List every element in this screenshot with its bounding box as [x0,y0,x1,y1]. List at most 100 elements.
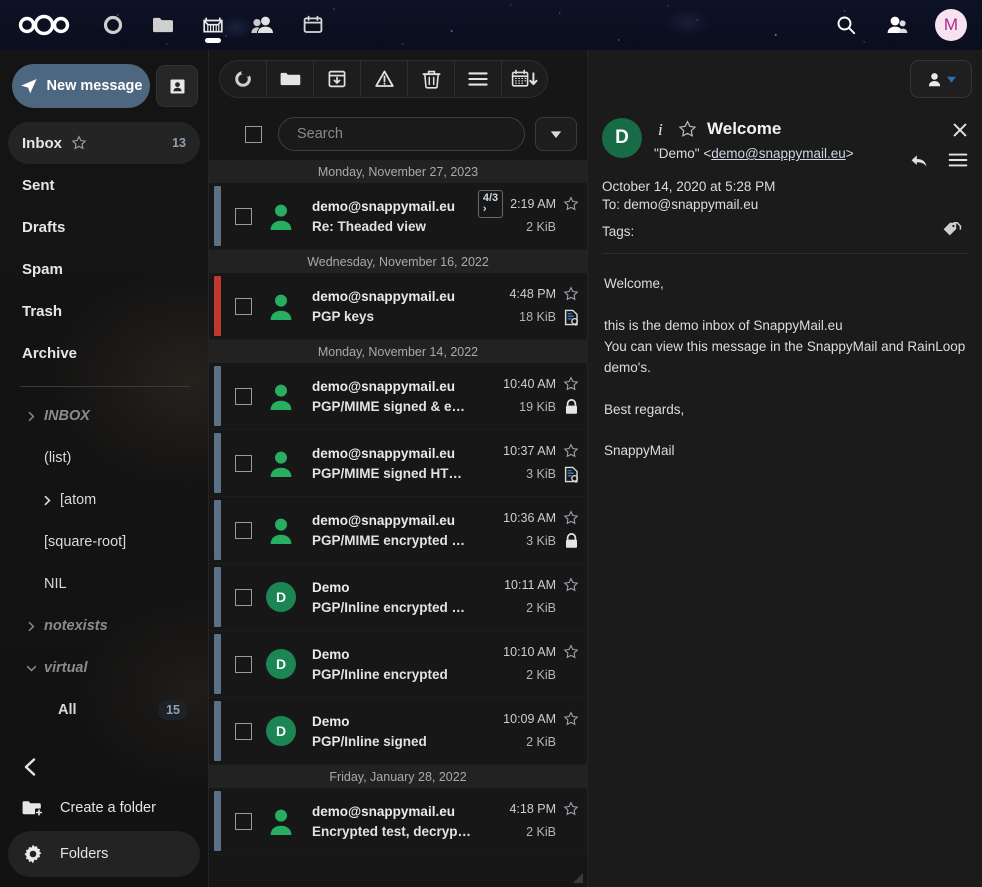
chevron-down-icon[interactable] [22,663,40,674]
sidebar-item-sent[interactable]: Sent [8,164,200,206]
sidebar-item-archive[interactable]: Archive [8,332,200,374]
table-row[interactable]: D Demo PGP/Inline signed 10:09 AM 2 KiB [209,698,587,765]
app-icon-files[interactable] [138,0,188,50]
message-size: 2 KiB [526,668,556,682]
row-checkbox[interactable] [235,812,252,830]
sidebar-item-virtual[interactable]: virtual [8,647,200,689]
sidebar-item-inbox-tree[interactable]: INBOX [8,395,200,437]
create-folder-button[interactable]: Create a folder [8,785,200,831]
address-book-icon[interactable] [156,65,198,107]
sender-email-link[interactable]: demo@snappymail.eu [711,146,846,161]
sidebar-item-drafts[interactable]: Drafts [8,206,200,248]
chevron-right-icon[interactable] [22,411,40,422]
sender-avatar: D [602,118,642,158]
message-list-scroll[interactable]: Monday, November 27, 2023 demo@snappymail… [209,160,587,887]
sidebar-item-all[interactable]: All 15 [8,689,200,731]
sidebar-item-list[interactable]: (list) [8,437,200,479]
archive-button[interactable] [313,60,360,98]
table-row[interactable]: demo@snappymail.eu PGP/MIME encrypted HTM… [209,497,587,564]
table-row[interactable]: demo@snappymail.eu PGP/MIME signed & encr… [209,363,587,430]
chevron-right-icon[interactable] [38,495,56,506]
close-icon[interactable] [952,122,968,143]
sidebar-item-nil[interactable]: NIL [8,563,200,605]
table-row[interactable]: D Demo PGP/Inline encrypted & signed 10:11 … [209,564,587,631]
user-avatar[interactable]: M [935,9,967,41]
star-icon[interactable] [563,375,579,392]
svg-text:i: i [658,120,663,138]
date-separator: Monday, November 27, 2023 [209,160,587,183]
row-checkbox[interactable] [235,655,252,673]
star-icon[interactable] [563,509,579,526]
row-checkbox[interactable] [235,588,252,606]
table-row[interactable]: demo@snappymail.eu Encrypted test, decryp… [209,788,587,855]
move-button[interactable] [266,60,313,98]
message-meta: 10:36 AM 3 KiB [481,508,587,552]
status-icon-placeholder [563,824,579,840]
search-icon[interactable] [821,0,871,50]
hamburger-icon[interactable] [948,152,968,173]
folders-settings-button[interactable]: Folders [8,831,200,877]
star-icon[interactable] [563,643,579,660]
app-body: New message Inbox 13 Sent Drafts Spam Tr… [0,50,982,887]
table-row[interactable]: demo@snappymail.eu PGP/MIME signed HTML m… [209,430,587,497]
sidebar-item-notexists[interactable]: notexists [8,605,200,647]
sidebar-item-spam[interactable]: Spam [8,248,200,290]
subfolder-count: 15 [158,700,188,720]
star-icon[interactable] [563,576,579,593]
row-checkbox[interactable] [235,454,252,472]
row-checkbox[interactable] [235,207,252,225]
sidebar-item-atom[interactable]: [atom [8,479,200,521]
star-icon[interactable] [563,285,579,302]
search-input[interactable] [278,117,525,151]
star-icon[interactable] [678,119,697,139]
new-message-button[interactable]: New message [12,64,150,108]
spam-button[interactable] [360,60,407,98]
star-icon[interactable] [563,442,579,459]
table-row[interactable]: D Demo PGP/Inline encrypted 10:10 AM 2 KiB [209,631,587,698]
row-checkbox[interactable] [235,722,252,740]
star-icon[interactable] [563,195,579,212]
sidebar-item-inbox[interactable]: Inbox 13 [8,122,200,164]
delete-button[interactable] [407,60,454,98]
folder-label: Inbox [22,134,62,152]
select-all-checkbox[interactable] [245,125,262,143]
list-resize-handle[interactable] [572,871,584,883]
chevron-right-icon[interactable] [22,621,40,632]
tag-icon[interactable] [942,221,962,244]
row-checkbox[interactable] [235,521,252,539]
contacts-menu-icon[interactable] [871,0,921,50]
refresh-button[interactable] [219,60,266,98]
compose-row: New message [0,50,208,108]
table-row[interactable]: demo@snappymail.eu PGP keys 4:48 PM 18 KiB [209,273,587,340]
nextcloud-logo[interactable] [0,0,88,50]
star-icon[interactable] [563,710,579,727]
row-checkbox[interactable] [235,297,252,315]
message-size: 19 KiB [519,400,556,414]
app-icon-contacts[interactable] [238,0,288,50]
sort-button[interactable] [501,60,548,98]
table-row[interactable]: demo@snappymail.eu Re: Theaded view 4/3 › 2… [209,183,587,250]
sidebar-item-trash[interactable]: Trash [8,290,200,332]
status-strip [214,186,221,246]
row-checkbox[interactable] [235,387,252,405]
app-icon-mail[interactable] [188,0,238,50]
star-icon[interactable] [71,135,87,151]
status-strip [214,567,221,627]
message-sender: demo@snappymail.eu [312,378,455,394]
info-icon[interactable]: i [654,120,668,138]
search-filter-button[interactable] [535,117,577,151]
message-size: 2 KiB [526,825,556,839]
sidebar-item-square-root[interactable]: [square-root] [8,521,200,563]
subfolder-list: INBOX (list) [atom [square-root] NIL not… [0,395,208,731]
thread-badge[interactable]: 4/3 › [477,189,504,218]
app-icon-dashboard[interactable] [88,0,138,50]
collapse-sidebar-button[interactable] [20,753,48,781]
star-icon[interactable] [563,800,579,817]
status-strip [214,791,221,851]
message-tags-label: Tags: [602,224,635,239]
identity-selector-button[interactable] [910,60,972,98]
app-icon-calendar[interactable] [288,0,338,50]
folder-label: Drafts [22,218,66,236]
avatar [266,291,296,321]
more-button[interactable] [454,60,501,98]
